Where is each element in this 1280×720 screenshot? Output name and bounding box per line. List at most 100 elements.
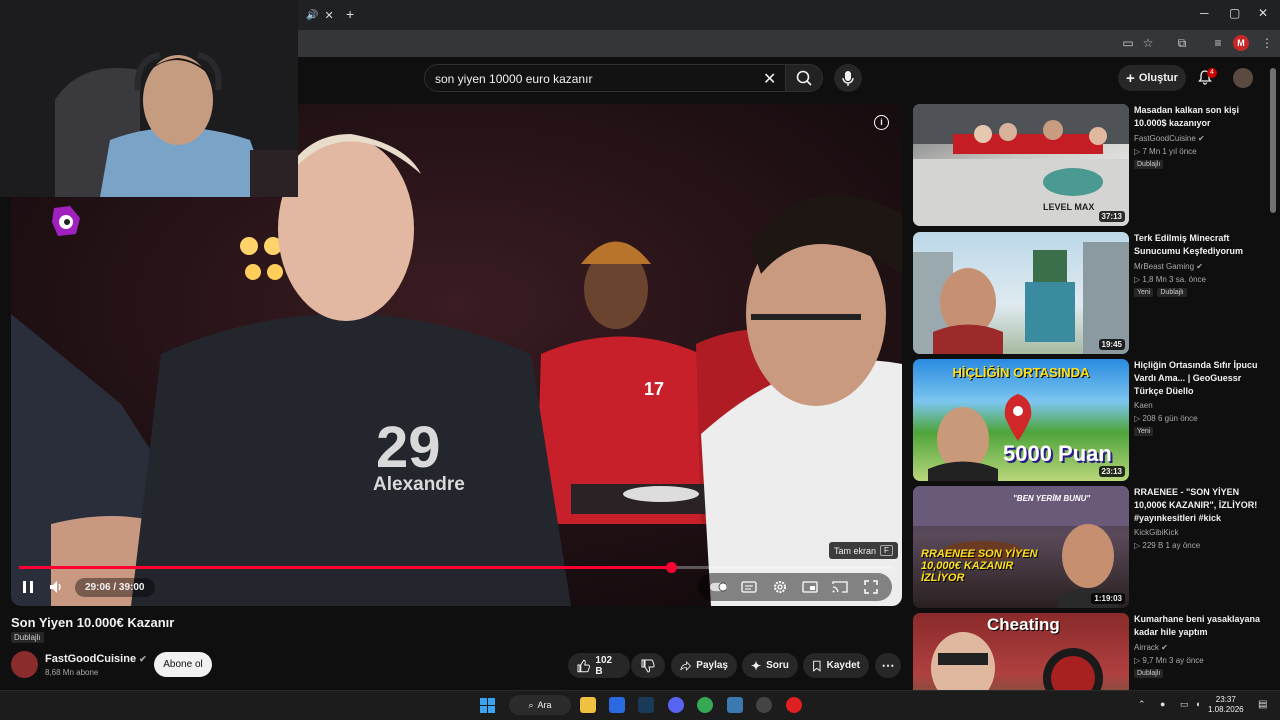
recommendation-title[interactable]: Hiçliğin Ortasında Sıfır İpucu Vardı Ama… — [1134, 359, 1264, 398]
volume-icon — [50, 581, 61, 593]
user-avatar[interactable] — [1233, 68, 1253, 88]
youtube-app-icon[interactable] — [786, 697, 802, 713]
taskbar-search[interactable]: ⌕ Ara — [509, 695, 571, 715]
notification-center-icon[interactable]: ▤ — [1258, 699, 1267, 710]
recommendation-channel[interactable]: MrBeast Gaming ✔ — [1134, 262, 1203, 271]
search-input[interactable]: son yiyen 10000 euro kazanır — [435, 72, 592, 86]
ask-button[interactable]: ✦ Soru — [742, 653, 798, 678]
maximize-button[interactable]: ▢ — [1229, 6, 1240, 20]
recommendation-title[interactable]: Kumarhane beni yasaklayana kadar hile ya… — [1134, 613, 1264, 639]
volume-button[interactable] — [47, 578, 65, 596]
recommendation-item[interactable]: 19:45 Terk Edilmiş Minecraft Sunucumu Ke… — [913, 232, 1268, 354]
windows-start-icon[interactable] — [480, 698, 495, 713]
more-actions-button[interactable]: ⋯ — [875, 653, 901, 678]
recommendation-item[interactable]: HİÇLİĞİN ORTASINDA 5000 Puan 23:13 Hiçli… — [913, 359, 1268, 481]
recommendation-channel-text[interactable]: FastGoodCuisine — [1134, 134, 1196, 143]
create-button[interactable]: + Oluştur — [1118, 65, 1186, 91]
video-thumbnail[interactable]: HİÇLİĞİN ORTASINDA 5000 Puan 23:13 — [913, 359, 1129, 481]
progress-scrubber-handle[interactable] — [666, 562, 677, 573]
search-box[interactable]: son yiyen 10000 euro kazanır ✕ — [424, 64, 786, 92]
recommendation-item[interactable]: Cheating Kumarhane beni yasaklayana kada… — [913, 613, 1268, 690]
thumbnail-caption: LEVEL MAX — [1043, 202, 1095, 212]
pause-button[interactable] — [19, 578, 37, 596]
file-explorer-icon[interactable] — [580, 697, 596, 713]
info-icon[interactable]: i — [874, 115, 889, 130]
video-thumbnail[interactable]: Cheating — [913, 613, 1129, 690]
pause-icon — [23, 581, 33, 593]
dislike-button[interactable] — [631, 653, 665, 678]
network-icon[interactable]: ▭ — [1180, 699, 1189, 710]
recommendation-channel[interactable]: KickGibiKick — [1134, 528, 1178, 537]
volume-tray-icon[interactable]: ◖ — [1195, 699, 1200, 709]
store-icon[interactable] — [609, 697, 625, 713]
recommendation-item[interactable]: LEVEL MAX 37:13 Masadan kalkan son kişi … — [913, 104, 1268, 226]
autoplay-toggle[interactable] — [710, 578, 729, 596]
settings-button[interactable] — [771, 578, 789, 596]
subscriber-count: 8,68 Mn abone — [45, 668, 99, 677]
steam-icon[interactable] — [638, 697, 654, 713]
channel-name-text[interactable]: FastGoodCuisine — [45, 653, 136, 665]
share-label: Paylaş — [696, 660, 728, 671]
cast-icon[interactable]: ▭ — [1120, 35, 1136, 51]
tray-chevron-icon[interactable]: ⌃ — [1138, 699, 1146, 710]
minimize-button[interactable]: ─ — [1200, 6, 1209, 20]
thumbnail-art — [913, 104, 1129, 226]
jersey-name: Alexandre — [373, 474, 465, 495]
media-control-icon[interactable]: ≡ — [1210, 35, 1226, 51]
speaker-icon[interactable]: 🔊 — [306, 10, 318, 21]
share-button[interactable]: Paylaş — [671, 653, 737, 678]
extensions-icon[interactable]: ⧉ — [1174, 35, 1190, 51]
miniplayer-button[interactable] — [801, 578, 819, 596]
recommendation-channel[interactable]: Kaen — [1134, 401, 1153, 410]
chrome-icon[interactable] — [697, 697, 713, 713]
progress-bar[interactable] — [19, 562, 893, 573]
discord-icon[interactable] — [668, 697, 684, 713]
create-label: Oluştur — [1138, 72, 1178, 84]
video-thumbnail[interactable]: LEVEL MAX 37:13 — [913, 104, 1129, 226]
subscribe-button[interactable]: Abone ol — [154, 652, 212, 677]
tab-close-icon[interactable]: ✕ — [324, 9, 333, 22]
clear-search-icon[interactable]: ✕ — [763, 69, 776, 89]
subtitles-button[interactable] — [740, 578, 758, 596]
taskbar-clock[interactable]: 23:37 1.08.2026 — [1208, 695, 1244, 715]
fullscreen-button[interactable] — [862, 578, 880, 596]
thumbnail-headline: HİÇLİĞİN ORTASINDA — [952, 365, 1090, 380]
sidebar-scrollbar[interactable] — [1270, 68, 1276, 213]
thumbs-up-icon — [577, 659, 591, 672]
like-button[interactable]: 102 B — [568, 653, 630, 678]
channel-name[interactable]: FastGoodCuisine ✔ — [45, 653, 147, 665]
close-window-button[interactable]: ✕ — [1258, 6, 1268, 20]
time-current: 29:06 — [85, 581, 111, 593]
recommendation-meta: ▷ 208 6 gün önce — [1134, 414, 1198, 423]
recommendation-meta: ▷ 7 Mn 1 yıl önce — [1134, 147, 1197, 156]
voice-search-button[interactable] — [834, 64, 862, 92]
recommendation-title[interactable]: Masadan kalkan son kişi 10.000$ kazanıyo… — [1134, 104, 1264, 130]
fullscreen-tooltip: Tam ekran F — [829, 542, 898, 559]
search-button[interactable] — [785, 64, 823, 92]
bookmark-star-icon[interactable]: ☆ — [1140, 35, 1156, 51]
recommendation-item[interactable]: "BEN YERİM BUNU" RRAENEE SON YİYEN 10,00… — [913, 486, 1268, 608]
verified-icon: ✔ — [139, 654, 147, 664]
cast-button[interactable] — [831, 578, 849, 596]
browser-menu-icon[interactable]: ⋮ — [1259, 35, 1275, 51]
browser-tab[interactable]: 🔊 ✕ — [298, 4, 340, 26]
dubbed-badge: Dublajlı — [1134, 669, 1164, 678]
obs-icon[interactable] — [756, 697, 772, 713]
fullscreen-key-hint: F — [880, 545, 893, 556]
app-icon[interactable] — [727, 697, 743, 713]
recommendation-channel-text[interactable]: MrBeast Gaming — [1134, 262, 1194, 271]
jersey-number: 29 — [376, 415, 441, 480]
recommendation-channel[interactable]: FastGoodCuisine ✔ — [1134, 134, 1205, 143]
video-thumbnail[interactable]: 19:45 — [913, 232, 1129, 354]
browser-profile-avatar[interactable]: M — [1233, 35, 1249, 51]
microphone-tray-icon[interactable]: ● — [1160, 699, 1165, 709]
recommendation-title[interactable]: RRAENEE - "SON YİYEN 10,000€ KAZANIR", İ… — [1134, 486, 1264, 525]
video-duration: 37:13 — [1098, 211, 1125, 222]
save-button[interactable]: Kaydet — [803, 653, 869, 678]
video-thumbnail[interactable]: "BEN YERİM BUNU" RRAENEE SON YİYEN 10,00… — [913, 486, 1129, 608]
recommendation-channel-text[interactable]: Airrack — [1134, 643, 1159, 652]
recommendation-channel[interactable]: Airrack ✔ — [1134, 643, 1168, 652]
channel-avatar[interactable] — [11, 651, 38, 678]
recommendation-title[interactable]: Terk Edilmiş Minecraft Sunucumu Keşfediy… — [1134, 232, 1264, 258]
new-tab-button[interactable]: + — [346, 6, 354, 22]
